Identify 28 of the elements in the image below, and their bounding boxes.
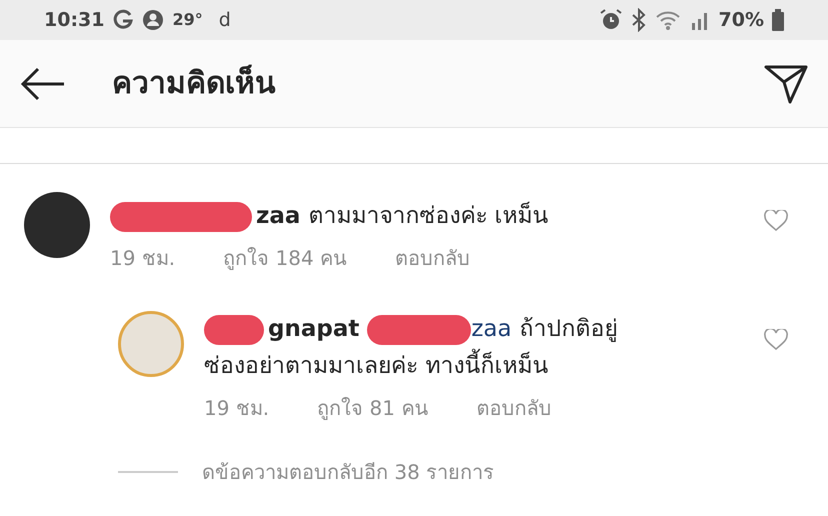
- alarm-icon: [598, 8, 623, 32]
- clock-time: 10:31: [44, 8, 104, 33]
- comment-time: 19 ชม.: [204, 395, 270, 422]
- battery-percent: 70%: [718, 8, 764, 33]
- like-count[interactable]: ถูกใจ 184 คน: [223, 243, 348, 273]
- like-count[interactable]: ถูกใจ 81 คน: [317, 393, 428, 423]
- back-icon[interactable]: [20, 66, 66, 100]
- author-name[interactable]: zaa: [256, 198, 300, 235]
- comment-text: ตามมาจากซ่องค่ะ เหม็น: [308, 200, 549, 231]
- author-name[interactable]: gnapat: [268, 311, 360, 348]
- comment-text: ถ้าปกติอยู่: [520, 315, 618, 344]
- comment-time: 19 ชม.: [110, 245, 176, 272]
- g-logo-icon: [112, 9, 134, 31]
- battery-icon: [772, 9, 784, 31]
- redaction-mark: [204, 314, 264, 344]
- reply-link[interactable]: ตอบกลับ: [395, 243, 470, 273]
- bluetooth-icon: [630, 8, 647, 32]
- heart-icon[interactable]: [764, 329, 788, 351]
- page-title: ความคิดเห็น: [112, 64, 276, 103]
- view-replies-link[interactable]: ดข้อความตอบกลับอีก 38 รายการ: [202, 457, 494, 487]
- app-letter-icon: d: [218, 6, 231, 34]
- reply-link[interactable]: ตอบกลับ: [476, 393, 552, 423]
- mention-link[interactable]: zaa: [471, 311, 512, 348]
- send-icon[interactable]: [764, 64, 808, 104]
- account-icon: [142, 9, 164, 31]
- comment-text: ซ่องอย่าตามมาเลยค่ะ ทางนี้ก็เหม็น: [204, 348, 764, 385]
- temperature-text: 29°: [172, 9, 203, 31]
- heart-icon[interactable]: [764, 210, 788, 232]
